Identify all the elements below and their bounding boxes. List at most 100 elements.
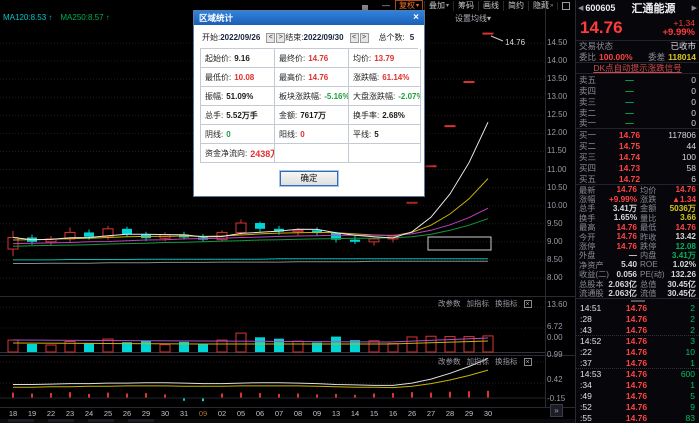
ok-button[interactable]: 确定: [280, 171, 338, 186]
tick-price: 14.76: [608, 358, 665, 368]
bid-price: 14.74: [601, 152, 658, 162]
cell-value: 14.76: [308, 73, 328, 82]
prev-stock-icon[interactable]: ◀: [578, 4, 583, 12]
tick-time: :37: [580, 358, 608, 368]
ask-qty: 0: [658, 75, 696, 85]
cell-label: 涨跌幅:: [353, 72, 379, 83]
next-stock-icon[interactable]: ▶: [692, 4, 697, 12]
ask-row[interactable]: 卖四—0: [576, 85, 699, 96]
end-date-value: 2022/09/30: [304, 33, 344, 42]
dialog-titlebar[interactable]: 区域统计 ×: [194, 11, 424, 25]
ask-row[interactable]: 卖一—0: [576, 118, 699, 129]
start-next-button[interactable]: >: [276, 33, 285, 43]
indicator-tick: 0.42: [547, 375, 563, 384]
panel-button-换指标[interactable]: 换指标: [495, 298, 518, 309]
cell-label: 最终价:: [279, 53, 305, 64]
panel-collapse-button[interactable]: »: [550, 404, 563, 417]
start-prev-button[interactable]: <: [266, 33, 275, 43]
weicha-value: 118014: [668, 52, 696, 62]
panel-button-加指标[interactable]: 加指标: [467, 298, 490, 309]
bottom-cutoff-strip: [0, 419, 575, 423]
ask-row[interactable]: 卖三—0: [576, 96, 699, 107]
tick-row: 14:5314.76600: [576, 369, 699, 380]
date-tick: 09: [193, 409, 213, 418]
ask-qty: 0: [658, 118, 696, 128]
bid-qty: 44: [658, 141, 696, 151]
volume-bar: [293, 341, 303, 352]
tick-time: :28: [580, 314, 608, 324]
ask-qty: 0: [658, 97, 696, 107]
tick-time: 14:53: [580, 369, 608, 379]
date-tick: 06: [250, 409, 270, 418]
panel-button-改参数[interactable]: 改参数: [438, 356, 461, 367]
indicator-tick: 0.99: [547, 350, 563, 359]
volume-bar: [369, 341, 379, 352]
volume-bar: [84, 343, 94, 352]
close-panel-icon[interactable]: ×: [524, 300, 532, 308]
candle: [122, 229, 132, 235]
date-tick: 08: [288, 409, 308, 418]
end-prev-button[interactable]: <: [350, 33, 359, 43]
bid-row[interactable]: 买一14.76117806: [576, 129, 699, 140]
cell-label: 阴线:: [205, 129, 223, 140]
bid-row[interactable]: 买四14.7358: [576, 162, 699, 173]
tick-time: :34: [580, 380, 608, 390]
cell-label: 金额:: [279, 110, 297, 121]
bid-price: 14.76: [601, 130, 658, 140]
tick-qty: 9: [665, 402, 695, 412]
dialog-range-row: 开始: 2022/09/26 < > 结束: 2022/09/30 < > 总个…: [202, 32, 418, 43]
stat-value: 30.45亿: [667, 287, 696, 299]
ask-price: —: [601, 75, 658, 85]
order-book: 卖五—0卖四—0卖三—0卖二—0卖一—0买一14.76117806买二14.75…: [576, 74, 699, 184]
date-tick: 29: [459, 409, 479, 418]
cell-label: 均价:: [353, 53, 371, 64]
ask-label: 卖一: [579, 117, 601, 129]
price-tick: 8.00: [547, 273, 563, 282]
date-tick: 14: [345, 409, 365, 418]
tick-row: :3714.761: [576, 358, 699, 369]
end-label: 结束:: [285, 32, 303, 43]
date-tick: 29: [136, 409, 156, 418]
tick-qty: 2: [665, 314, 695, 324]
indicator-tick: -0.15: [547, 394, 565, 403]
close-panel-icon[interactable]: ×: [524, 358, 532, 366]
cell-value: 5: [374, 130, 378, 139]
date-tick: 15: [364, 409, 384, 418]
date-tick: 31: [174, 409, 194, 418]
cell-value: 2438万: [250, 147, 275, 160]
end-next-button[interactable]: >: [360, 33, 369, 43]
panel-button-加指标[interactable]: 加指标: [467, 356, 490, 367]
price-tick: 8.50: [547, 255, 563, 264]
date-tick: 05: [231, 409, 251, 418]
tick-time: :55: [580, 413, 608, 423]
bid-row[interactable]: 买二14.7544: [576, 140, 699, 151]
ask-row[interactable]: 卖五—0: [576, 74, 699, 85]
price-tick: 12.00: [547, 128, 567, 137]
date-tick: 22: [41, 409, 61, 418]
close-icon[interactable]: ×: [413, 13, 419, 23]
cell-value: 5.52万手: [226, 110, 258, 121]
panel-button-换指标[interactable]: 换指标: [495, 356, 518, 367]
tick-time: 14:51: [580, 303, 608, 313]
grid-cell: 平线:5: [349, 125, 421, 144]
dk-signal-link[interactable]: DK点自动提示涨跌信号: [593, 62, 681, 74]
price-change: +1.34: [663, 18, 696, 28]
volume-tick: 6.72: [547, 322, 563, 331]
bid-label: 买五: [579, 173, 601, 185]
dk-signal-row: DK点自动提示涨跌信号: [576, 62, 699, 74]
cell-value: 9.16: [234, 54, 250, 63]
panel-button-改参数[interactable]: 改参数: [438, 298, 461, 309]
date-tick: 26: [117, 409, 137, 418]
weibi-label: 委比: [579, 51, 596, 63]
volume-bar: [27, 344, 37, 352]
volume-bar: [426, 336, 436, 352]
bid-row[interactable]: 买五14.726: [576, 173, 699, 184]
weibi-row: 委比 100.00% 委差 118014: [576, 51, 699, 62]
tick-qty: 3: [665, 336, 695, 346]
candle: [84, 232, 94, 236]
tick-price: 14.76: [608, 391, 665, 401]
bid-row[interactable]: 买三14.74100: [576, 151, 699, 162]
tick-qty: 2: [665, 303, 695, 313]
cell-value: 10.08: [234, 73, 254, 82]
tick-time: :43: [580, 325, 608, 335]
